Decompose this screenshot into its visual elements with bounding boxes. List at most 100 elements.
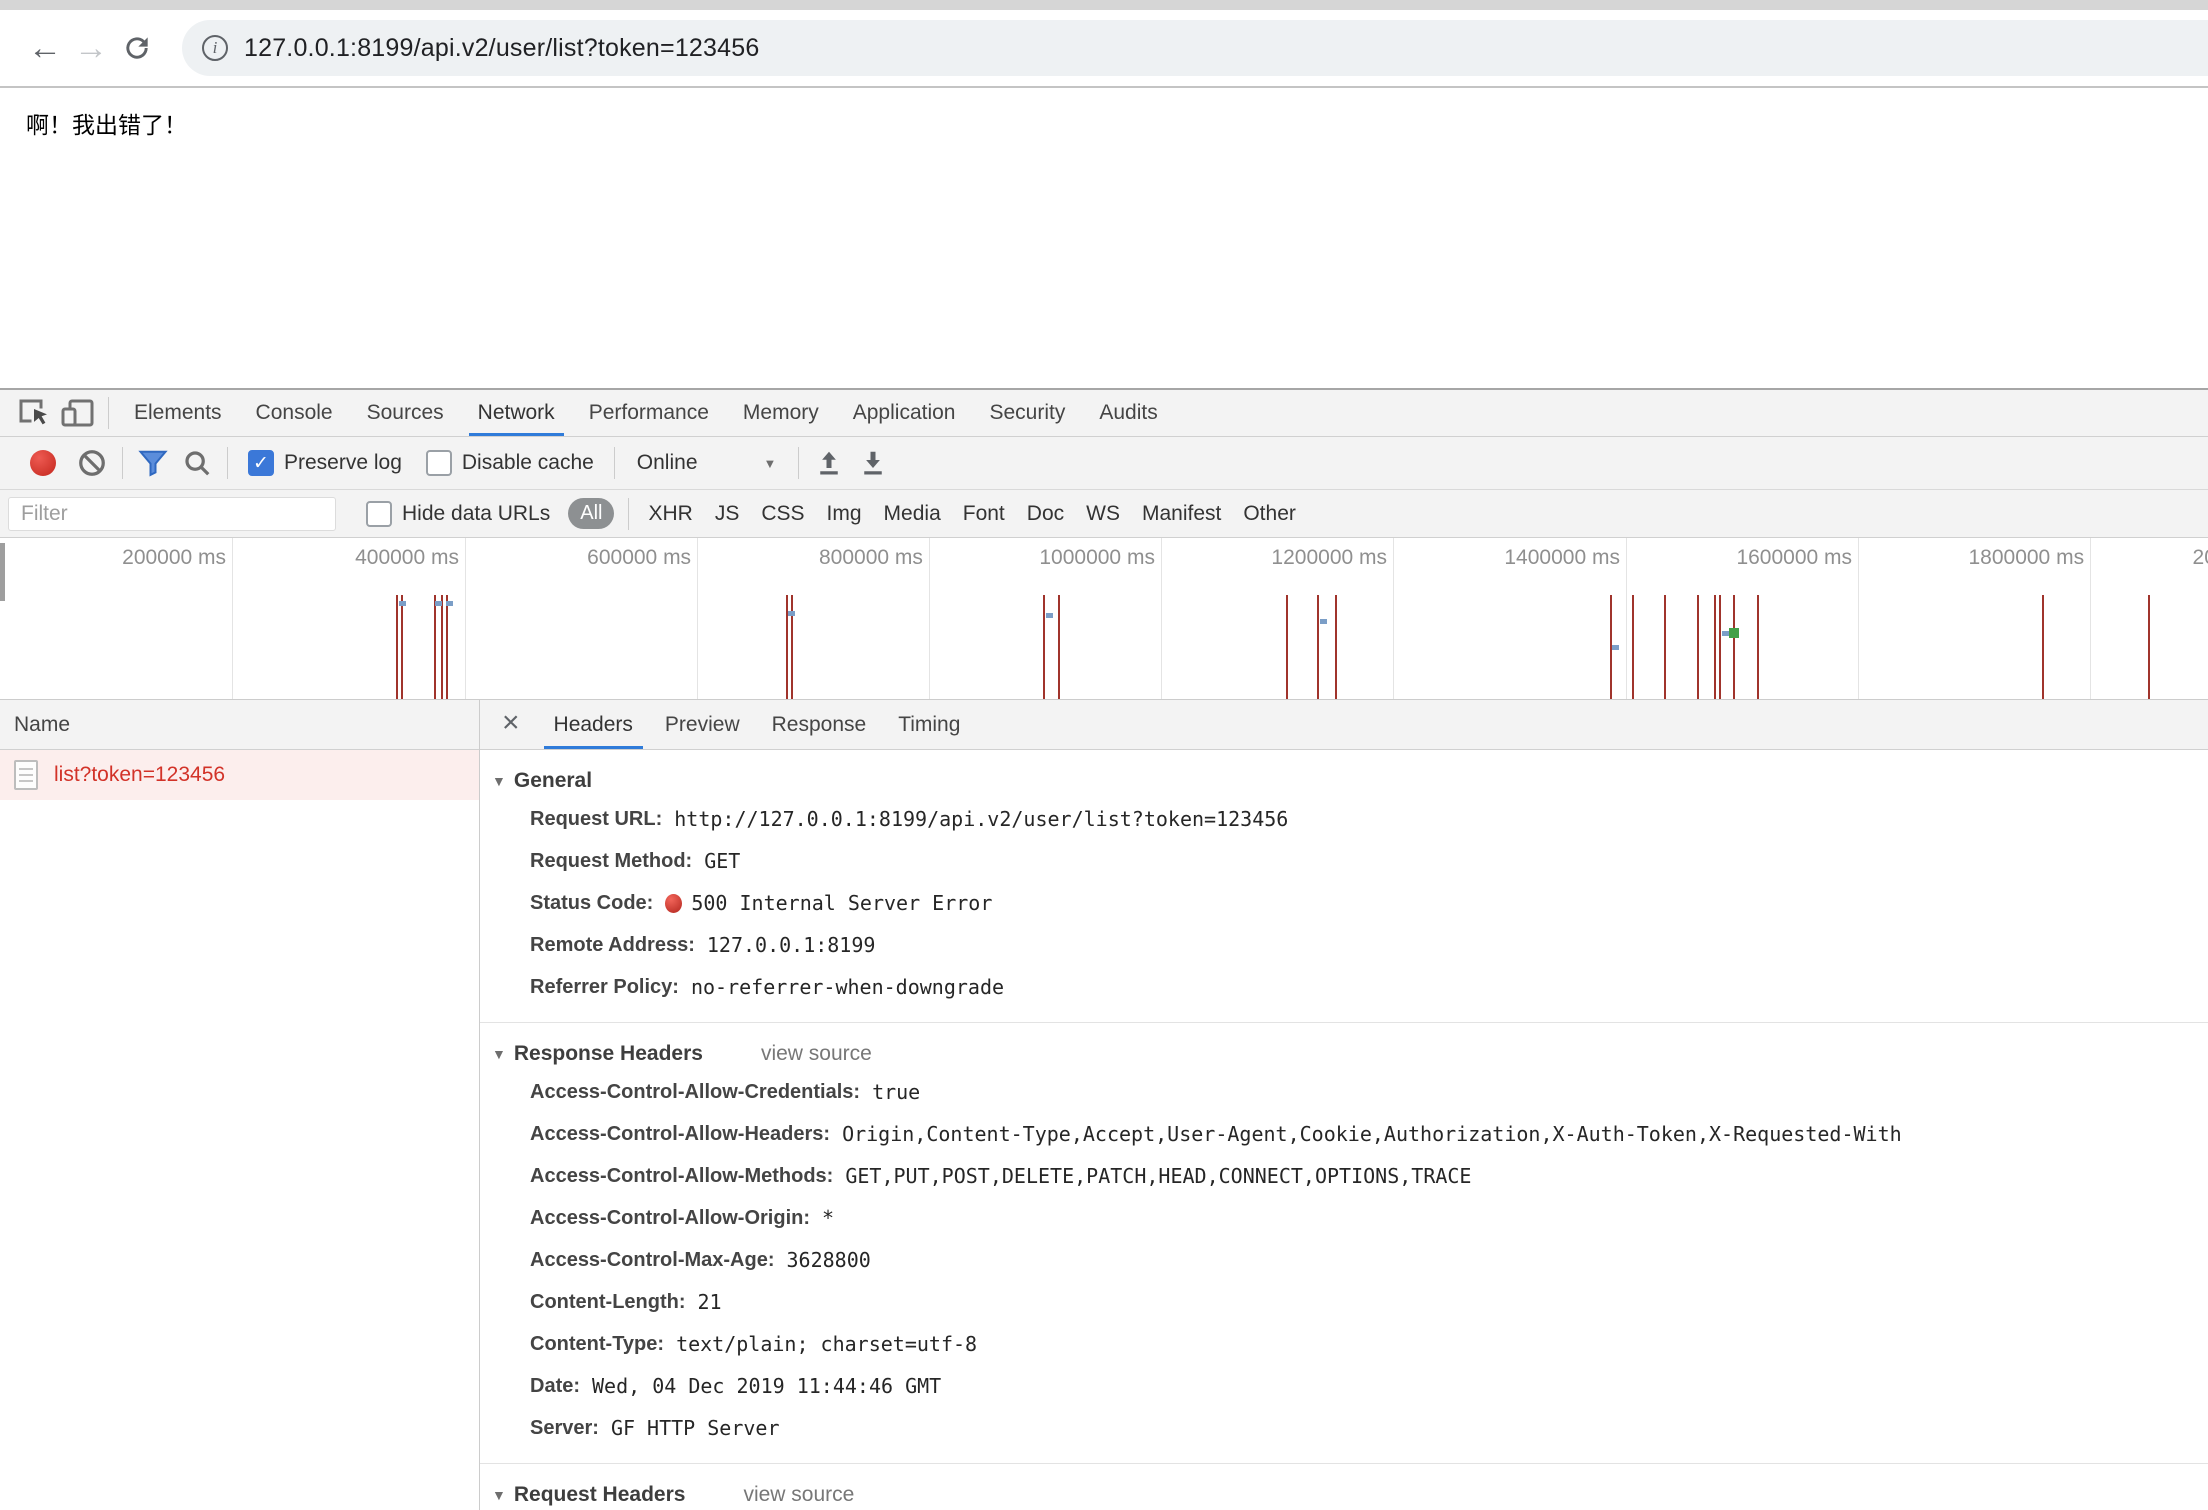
throttling-dropdown[interactable]: Online ▼ — [637, 451, 777, 475]
search-icon — [182, 448, 212, 478]
request-row[interactable]: list?token=123456 — [0, 750, 479, 800]
browser-window: ← → i 127.0.0.1:8199/api.v2/user/list?to… — [0, 0, 2208, 1510]
type-filter-manifest[interactable]: Manifest — [1131, 502, 1232, 526]
request-event-marker — [1317, 595, 1319, 699]
header-row: Server: GF HTTP Server — [480, 1407, 2208, 1449]
tab-audits[interactable]: Audits — [1082, 390, 1174, 436]
request-event-marker — [1632, 595, 1634, 699]
back-button[interactable]: ← — [22, 29, 68, 68]
clear-icon — [77, 448, 107, 478]
import-har-button[interactable] — [807, 444, 851, 482]
preserve-log-toggle[interactable]: ✓ Preserve log — [248, 450, 402, 476]
type-filter-media[interactable]: Media — [873, 502, 952, 526]
response-headers-section: ▼ Response Headers view source Access-Co… — [480, 1023, 2208, 1463]
timeline-tick-label: 1600000 ms — [1702, 546, 1852, 570]
detail-tab-preview[interactable]: Preview — [649, 700, 756, 749]
type-filter-all[interactable]: All — [568, 498, 614, 529]
disable-cache-checkbox[interactable] — [426, 450, 452, 476]
collapse-triangle-icon[interactable]: ▼ — [492, 1487, 506, 1503]
request-event-marker — [434, 595, 436, 699]
preserve-log-label: Preserve log — [284, 451, 402, 475]
request-event-marker — [1043, 595, 1045, 699]
page-info-icon[interactable]: i — [202, 35, 228, 61]
overview-grip[interactable] — [0, 543, 5, 601]
timeline-blue-tick — [1320, 619, 1327, 624]
tab-memory[interactable]: Memory — [726, 390, 836, 436]
device-toolbar-button[interactable] — [56, 394, 100, 432]
request-view-source-link[interactable]: view source — [743, 1483, 854, 1507]
request-list-panel: Name list?token=123456 — [0, 700, 480, 1510]
timeline-tick-label: 400000 ms — [309, 546, 459, 570]
type-filter-doc[interactable]: Doc — [1016, 502, 1075, 526]
header-row: Request URL: http://127.0.0.1:8199/api.v… — [480, 798, 2208, 840]
detail-tab-headers[interactable]: Headers — [538, 700, 649, 749]
browser-toolbar: ← → i 127.0.0.1:8199/api.v2/user/list?to… — [0, 10, 2208, 88]
preserve-log-checkbox[interactable]: ✓ — [248, 450, 274, 476]
timeline-gridline — [232, 538, 233, 699]
forward-button[interactable]: → — [68, 29, 114, 68]
type-filter-ws[interactable]: WS — [1075, 502, 1131, 526]
tab-performance[interactable]: Performance — [572, 390, 726, 436]
general-section-title[interactable]: General — [514, 769, 592, 793]
disable-cache-toggle[interactable]: Disable cache — [426, 450, 594, 476]
request-name: list?token=123456 — [54, 763, 225, 787]
request-event-marker — [1335, 595, 1337, 699]
timeline-gridline — [2090, 538, 2091, 699]
tab-network[interactable]: Network — [461, 390, 572, 436]
header-row: Date: Wed, 04 Dec 2019 11:44:46 GMT — [480, 1365, 2208, 1407]
request-event-marker — [396, 595, 398, 699]
tab-console[interactable]: Console — [239, 390, 350, 436]
tab-application[interactable]: Application — [836, 390, 973, 436]
url-text[interactable]: 127.0.0.1:8199/api.v2/user/list?token=12… — [244, 34, 759, 63]
address-bar[interactable]: i 127.0.0.1:8199/api.v2/user/list?token=… — [182, 20, 2208, 76]
header-row: Remote Address: 127.0.0.1:8199 — [480, 924, 2208, 966]
collapse-triangle-icon[interactable]: ▼ — [492, 773, 506, 789]
page-content: 啊！我出错了！ — [0, 90, 2208, 388]
reload-button[interactable] — [114, 32, 160, 64]
header-row: Access-Control-Allow-Methods: GET,PUT,PO… — [480, 1155, 2208, 1197]
throttling-value: Online — [637, 451, 698, 475]
type-filter-xhr[interactable]: XHR — [637, 502, 703, 526]
export-har-button[interactable] — [851, 444, 895, 482]
tab-security[interactable]: Security — [972, 390, 1082, 436]
timeline-tick-label: 1000000 ms — [1005, 546, 1155, 570]
disable-cache-label: Disable cache — [462, 451, 594, 475]
type-filter-js[interactable]: JS — [704, 502, 751, 526]
type-filter-other[interactable]: Other — [1232, 502, 1307, 526]
collapse-triangle-icon[interactable]: ▼ — [492, 1046, 506, 1062]
close-detail-button[interactable]: × — [480, 706, 538, 744]
separator — [798, 447, 799, 479]
column-header-name[interactable]: Name — [0, 700, 479, 750]
timeline-tick-label: 200000 ms — [76, 546, 226, 570]
type-filter-font[interactable]: Font — [952, 502, 1016, 526]
reload-icon — [121, 32, 153, 64]
record-button[interactable] — [30, 450, 56, 476]
hide-data-urls-toggle[interactable]: Hide data URLs — [366, 501, 550, 527]
timeline-tick-label: 200 — [2193, 546, 2208, 570]
response-view-source-link[interactable]: view source — [761, 1042, 872, 1066]
request-event-marker — [446, 595, 448, 699]
tab-sources[interactable]: Sources — [350, 390, 461, 436]
network-filterbar: Hide data URLs All XHR JS CSS Img Media … — [0, 490, 2208, 538]
type-filter-img[interactable]: Img — [816, 502, 873, 526]
response-headers-title[interactable]: Response Headers — [514, 1042, 703, 1066]
filter-input[interactable] — [8, 497, 336, 531]
document-icon — [14, 760, 38, 790]
header-row: Content-Type: text/plain; charset=utf-8 — [480, 1323, 2208, 1365]
search-button[interactable] — [175, 444, 219, 482]
inspect-element-button[interactable] — [12, 394, 56, 432]
request-event-marker — [1664, 595, 1666, 699]
timeline-gridline — [1393, 538, 1394, 699]
request-headers-title[interactable]: Request Headers — [514, 1483, 686, 1507]
upload-icon — [814, 448, 844, 478]
clear-button[interactable] — [70, 444, 114, 482]
detail-tab-timing[interactable]: Timing — [882, 700, 976, 749]
type-filter-css[interactable]: CSS — [750, 502, 815, 526]
separator — [227, 447, 228, 479]
separator — [122, 447, 123, 479]
detail-tab-response[interactable]: Response — [756, 700, 883, 749]
filter-toggle-button[interactable] — [131, 444, 175, 482]
tab-elements[interactable]: Elements — [117, 390, 239, 436]
network-overview[interactable]: 200000 ms400000 ms600000 ms800000 ms1000… — [0, 538, 2208, 700]
hide-data-urls-checkbox[interactable] — [366, 501, 392, 527]
